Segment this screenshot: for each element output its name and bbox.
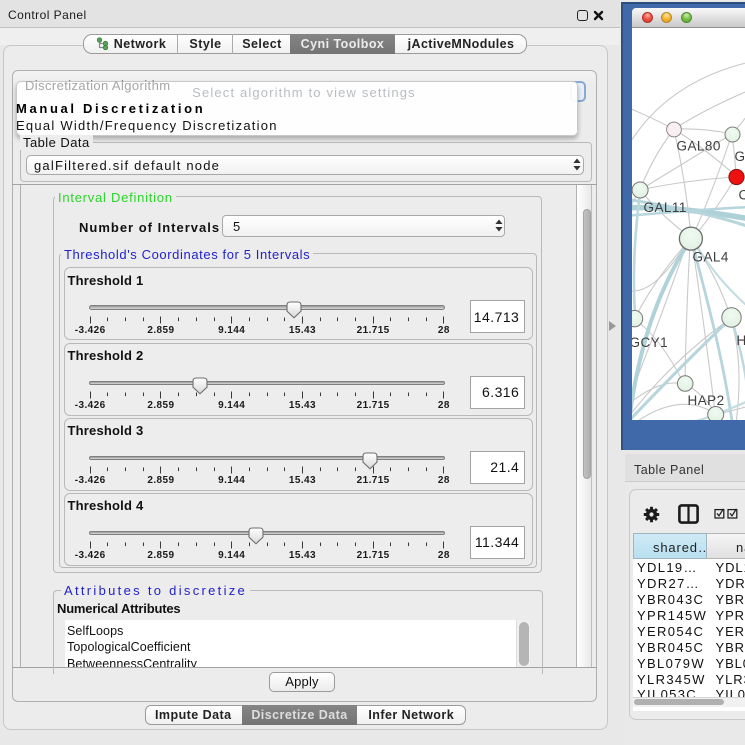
svg-text:GCY1: GCY1 <box>632 335 668 350</box>
svg-text:HIS: HIS <box>737 333 745 348</box>
svg-text:HAP2: HAP2 <box>688 393 725 408</box>
svg-text:GAL80: GAL80 <box>677 138 721 153</box>
svg-text:CYC: CYC <box>739 187 745 202</box>
svg-text:GAL8: GAL8 <box>735 149 745 164</box>
svg-text:GAL4: GAL4 <box>693 249 729 264</box>
svg-text:GAL11: GAL11 <box>644 200 687 215</box>
